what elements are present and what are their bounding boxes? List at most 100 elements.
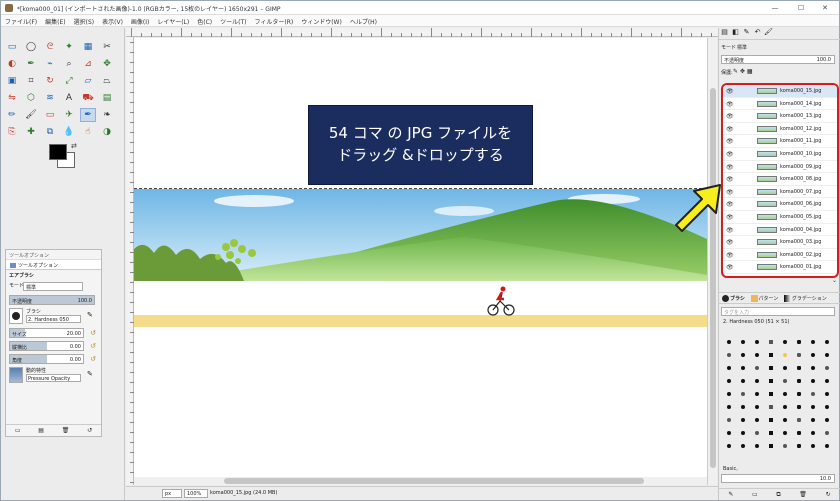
tool-scissors-select-icon[interactable]: ✂ — [99, 40, 115, 54]
angle-slider[interactable]: 角度 0.00 — [9, 354, 84, 364]
brush-preset-icon[interactable] — [769, 418, 773, 422]
layer-row[interactable]: 👁 koma000_06.jpg — [723, 198, 837, 211]
close-button[interactable]: ✕ — [813, 3, 837, 13]
tool-measure-icon[interactable]: ⊿ — [80, 57, 96, 71]
brush-preset-icon[interactable] — [797, 340, 801, 344]
tool-pencil-icon[interactable]: ✏ — [4, 108, 20, 122]
brush-preset-icon[interactable] — [825, 418, 829, 422]
tab-brush-icon[interactable]: 🖌 — [763, 28, 774, 36]
brush-preset-icon[interactable] — [769, 431, 773, 435]
new-brush-icon[interactable]: ▭ — [752, 491, 758, 498]
brush-preset-icon[interactable] — [811, 392, 815, 396]
brush-preset-icon[interactable] — [769, 353, 773, 357]
tool-blend-icon[interactable]: ▤ — [99, 91, 115, 105]
brush-preset-icon[interactable] — [727, 444, 731, 448]
layer-row[interactable]: 👁 koma000_12.jpg — [723, 123, 837, 136]
brush-preset-icon[interactable] — [755, 444, 759, 448]
reset-options-icon[interactable]: ↺ — [87, 427, 92, 434]
brush-preset-icon[interactable] — [797, 366, 801, 370]
brush-preset-icon[interactable] — [797, 405, 801, 409]
brush-preset-icon[interactable] — [769, 444, 773, 448]
brush-preset-icon[interactable] — [755, 431, 759, 435]
brush-preset-icon[interactable] — [769, 379, 773, 383]
layer-row[interactable]: 👁 koma000_08.jpg — [723, 173, 837, 186]
brush-preset-icon[interactable] — [811, 353, 815, 357]
menu-select[interactable]: 選択(S) — [70, 15, 99, 26]
layer-row[interactable]: 👁 koma000_10.jpg — [723, 148, 837, 161]
brush-preset-icon[interactable] — [825, 405, 829, 409]
reset-angle-icon[interactable]: ↺ — [90, 355, 96, 363]
brush-grid[interactable] — [723, 336, 835, 466]
brush-preset-icon[interactable] — [741, 379, 745, 383]
brush-preset-icon[interactable] — [825, 431, 829, 435]
menu-colors[interactable]: 色(C) — [193, 15, 216, 26]
brush-name[interactable]: 2. Hardness 050 — [26, 315, 81, 323]
tool-by-color-select-icon[interactable]: ▦ — [80, 40, 96, 54]
reset-size-icon[interactable]: ↺ — [90, 329, 96, 337]
layer-row[interactable]: 👁 koma000_07.jpg — [723, 186, 837, 199]
brush-preset-icon[interactable] — [727, 405, 731, 409]
tool-blur-icon[interactable]: 💧 — [61, 125, 77, 139]
delete-options-icon[interactable]: 🗑 — [62, 427, 70, 434]
layer-row[interactable]: 👁 koma000_02.jpg — [723, 249, 837, 262]
maximize-button[interactable]: ☐ — [789, 3, 813, 13]
brush-preset-icon[interactable] — [783, 379, 787, 383]
tool-crop-icon[interactable]: ⌗ — [23, 74, 39, 88]
vertical-scrollbar[interactable] — [707, 38, 717, 485]
brush-preset-icon[interactable] — [727, 353, 731, 357]
tab-tool-options[interactable]: ツールオプション — [6, 260, 101, 270]
layer-row[interactable]: 👁 koma000_04.jpg — [723, 224, 837, 237]
brush-preset-icon[interactable] — [727, 366, 731, 370]
brush-preset-icon[interactable] — [825, 444, 829, 448]
visibility-eye-icon[interactable]: 👁 — [726, 101, 734, 108]
aspect-slider[interactable]: 縦横比 0.00 — [9, 341, 84, 351]
brush-spacing-field[interactable]: 10.0 — [721, 474, 835, 483]
reset-aspect-icon[interactable]: ↺ — [90, 342, 96, 350]
tool-paintbrush-icon[interactable]: 🖌 — [23, 108, 39, 122]
edit-brush-icon[interactable]: ✎ — [87, 311, 93, 319]
tool-clone-icon[interactable]: ⎘ — [4, 125, 20, 139]
brush-preset-icon[interactable] — [769, 366, 773, 370]
brush-preset-icon[interactable] — [783, 353, 787, 357]
tool-ink-icon[interactable]: ✒ — [80, 108, 96, 122]
mode-select[interactable]: 標準 — [23, 282, 83, 291]
brush-preset-icon[interactable] — [755, 353, 759, 357]
layer-row[interactable]: 👁 koma000_13.jpg — [723, 110, 837, 123]
tool-flip-icon[interactable]: ⇋ — [4, 91, 20, 105]
tool-eraser-icon[interactable]: ▭ — [42, 108, 58, 122]
layer-mode-value[interactable]: 標準 — [737, 44, 747, 51]
brush-preset-icon[interactable] — [741, 418, 745, 422]
brush-preset-icon[interactable] — [811, 418, 815, 422]
horizontal-scroll-thumb[interactable] — [224, 478, 644, 484]
menu-tools[interactable]: ツール(T) — [216, 15, 250, 26]
tool-shear-icon[interactable]: ▱ — [80, 74, 96, 88]
brush-preset-icon[interactable] — [783, 366, 787, 370]
brush-preset-icon[interactable] — [783, 431, 787, 435]
brush-preset-icon[interactable] — [811, 340, 815, 344]
tool-move-icon[interactable]: ✥ — [99, 57, 115, 71]
edit-dynamics-icon[interactable]: ✎ — [87, 370, 93, 378]
brush-preset-icon[interactable] — [797, 444, 801, 448]
tool-ellipse-select-icon[interactable]: ◯ — [23, 40, 39, 54]
visibility-eye-icon[interactable]: 👁 — [726, 126, 734, 133]
layer-row[interactable]: 👁 koma000_15.jpg — [723, 85, 837, 98]
dynamics-preview[interactable] — [9, 367, 23, 383]
vertical-scroll-thumb[interactable] — [710, 88, 716, 468]
foreground-color-swatch[interactable] — [49, 144, 67, 160]
menu-image[interactable]: 画像(I) — [127, 15, 153, 26]
tool-smudge-icon[interactable]: ☝ — [80, 125, 96, 139]
tab-paths-icon[interactable]: ✎ — [741, 28, 752, 36]
minimize-button[interactable]: — — [763, 3, 787, 13]
visibility-eye-icon[interactable]: 👁 — [726, 239, 734, 246]
visibility-eye-icon[interactable]: 👁 — [726, 164, 734, 171]
layer-row[interactable]: 👁 koma000_03.jpg — [723, 236, 837, 249]
visibility-eye-icon[interactable]: 👁 — [726, 176, 734, 183]
zoom-select[interactable]: 100% — [184, 489, 208, 498]
brush-preset-icon[interactable] — [741, 444, 745, 448]
delete-brush-icon[interactable]: 🗑 — [799, 491, 807, 498]
layer-row[interactable]: 👁 koma000_09.jpg — [723, 161, 837, 174]
visibility-eye-icon[interactable]: 👁 — [726, 189, 734, 196]
brush-preset-icon[interactable] — [783, 418, 787, 422]
brush-tag-filter[interactable]: タグを入力 — [721, 307, 835, 316]
tab-gradients[interactable]: グラデーション — [783, 295, 827, 302]
